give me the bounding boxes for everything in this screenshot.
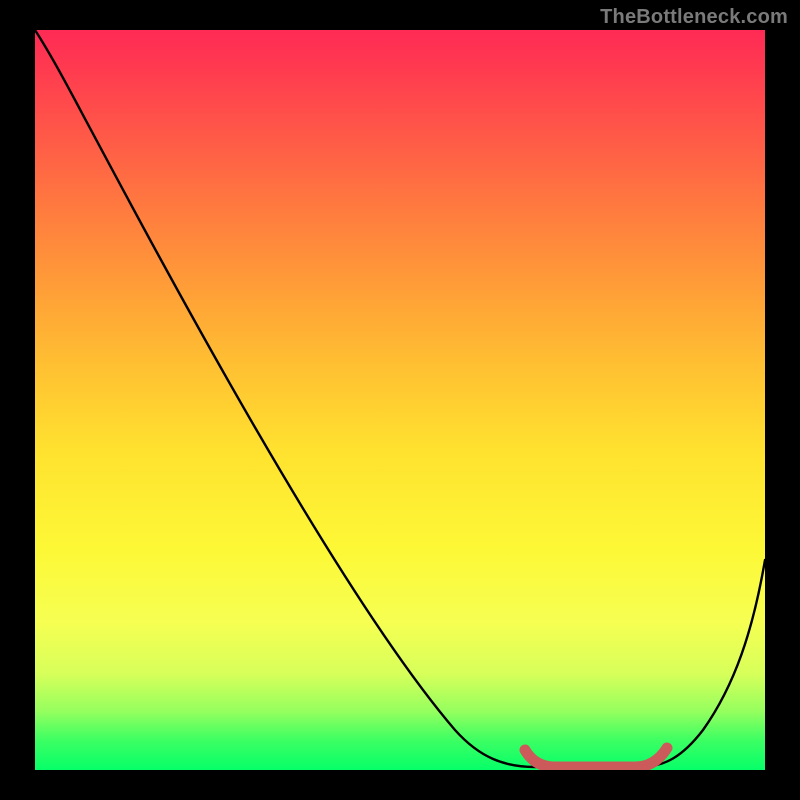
chart-frame: TheBottleneck.com <box>0 0 800 800</box>
bottleneck-curve <box>35 30 765 767</box>
watermark-text: TheBottleneck.com <box>600 6 788 29</box>
curve-layer <box>35 30 765 770</box>
optimal-band <box>525 748 667 767</box>
plot-area <box>35 30 765 770</box>
